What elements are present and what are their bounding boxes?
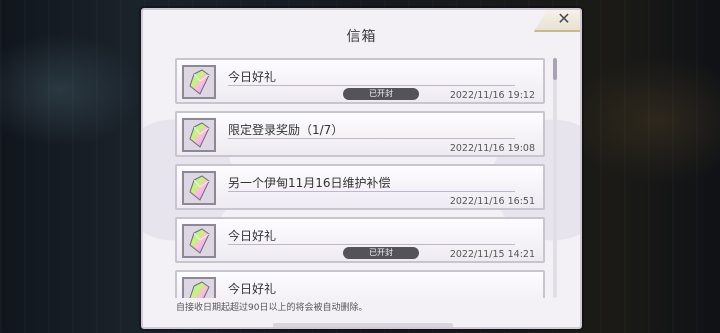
crystal-icon (182, 224, 216, 258)
mail-item[interactable]: 限定登录奖励（1/7） 2022/11/16 19:08 (175, 111, 545, 157)
close-button[interactable]: ✕ (534, 9, 580, 32)
mail-name: 今日好礼 (228, 229, 277, 243)
crystal-icon (182, 277, 216, 298)
scrollbar-thumb[interactable] (553, 58, 557, 80)
mail-divider (228, 138, 515, 139)
mail-time: 2022/11/16 19:12 (449, 90, 535, 101)
mail-item[interactable]: 另一个伊甸11月16日维护补偿 2022/11/16 16:51 (175, 164, 545, 210)
mail-time: 2022/11/16 16:51 (449, 196, 535, 207)
mailbox-dialog: 信箱 ✕ 今日好礼 已开封 2022/11/16 19:12 限定登录奖励（1/… (141, 8, 582, 329)
mail-item[interactable]: 今日好礼 已开封 2022/11/16 19:12 (175, 58, 545, 104)
mail-divider (228, 85, 515, 86)
dialog-title: 信箱 (346, 29, 377, 45)
mail-name: 另一个伊甸11月16日维护补偿 (228, 176, 391, 190)
close-icon: ✕ (557, 9, 571, 28)
mail-item[interactable]: 今日好礼 (175, 270, 545, 298)
crystal-icon (182, 118, 216, 152)
crystal-icon (182, 65, 216, 99)
mail-name: 今日好礼 (228, 70, 277, 84)
mail-list[interactable]: 今日好礼 已开封 2022/11/16 19:12 限定登录奖励（1/7） 20… (175, 58, 545, 298)
mail-name: 限定登录奖励（1/7） (228, 123, 344, 137)
mail-list-scrollbar[interactable] (553, 58, 557, 298)
mail-name: 今日好礼 (228, 282, 277, 296)
bottom-edge-decoration (273, 323, 453, 327)
mail-item[interactable]: 今日好礼 已开封 2022/11/15 14:21 (175, 217, 545, 263)
auto-delete-notice: 自接收日期起超过90日以上的将会被自动删除。 (176, 303, 368, 313)
mail-divider (228, 244, 515, 245)
mail-time: 2022/11/15 14:21 (449, 249, 535, 260)
opened-badge: 已开封 (343, 88, 419, 100)
opened-badge: 已开封 (343, 247, 419, 259)
mail-time: 2022/11/16 19:08 (449, 143, 535, 154)
crystal-icon (182, 171, 216, 205)
mail-divider (228, 191, 515, 192)
